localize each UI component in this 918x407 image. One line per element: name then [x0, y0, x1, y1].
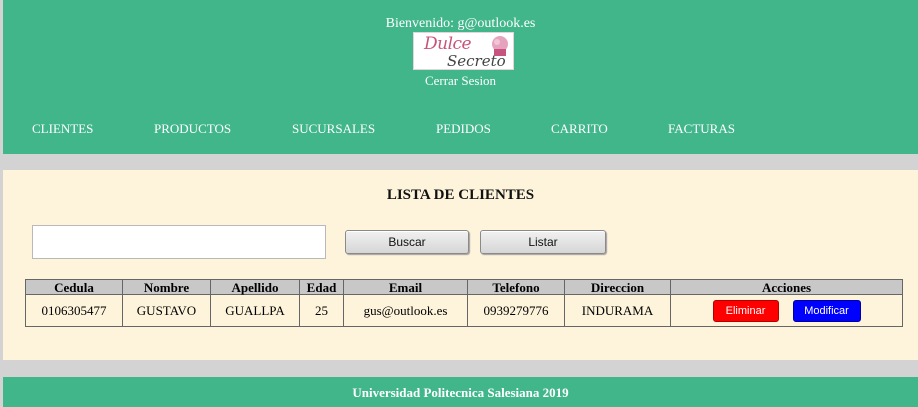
cell-telefono: 0939279776 — [467, 294, 565, 327]
cell-cedula: 0106305477 — [25, 294, 123, 327]
header: Bienvenido: g@outlook.es Dulce Secreto C… — [3, 0, 918, 154]
dulce-secreto-logo: Dulce Secreto — [413, 32, 514, 70]
list-button[interactable]: Listar — [480, 230, 606, 254]
nav-pedidos[interactable]: PEDIDOS — [436, 121, 491, 137]
clients-table: Cedula Nombre Apellido Edad Email Telefo… — [25, 279, 903, 327]
nav-carrito[interactable]: CARRITO — [551, 121, 608, 137]
cell-apellido: GUALLPA — [210, 294, 300, 327]
col-email: Email — [343, 279, 468, 295]
nav-productos[interactable]: PRODUCTOS — [154, 121, 231, 137]
nav-clientes[interactable]: CLIENTES — [32, 121, 93, 137]
client-list-panel: LISTA DE CLIENTES Buscar Listar Cedula N… — [3, 170, 918, 360]
cell-email: gus@outlook.es — [343, 294, 468, 327]
table-header-row: Cedula Nombre Apellido Edad Email Telefo… — [25, 279, 903, 295]
col-nombre: Nombre — [122, 279, 211, 295]
page-title: LISTA DE CLIENTES — [386, 187, 535, 203]
col-apellido: Apellido — [210, 279, 300, 295]
cupcake-icon — [492, 36, 508, 56]
cell-acciones: Eliminar Modificar — [670, 294, 903, 327]
search-input[interactable] — [32, 225, 326, 259]
table-row: 0106305477 GUSTAVO GUALLPA 25 gus@outloo… — [25, 294, 903, 327]
welcome-text: Bienvenido: g@outlook.es — [385, 16, 536, 31]
logout-link[interactable]: Cerrar Sesion — [3, 73, 918, 89]
delete-button[interactable]: Eliminar — [712, 299, 779, 322]
cell-nombre: GUSTAVO — [122, 294, 211, 327]
col-telefono: Telefono — [467, 279, 565, 295]
footer: Universidad Politecnica Salesiana 2019 — [3, 377, 918, 407]
col-acciones: Acciones — [670, 279, 903, 295]
search-button[interactable]: Buscar — [345, 230, 469, 254]
col-direccion: Direccion — [564, 279, 671, 295]
nav-sucursales[interactable]: SUCURSALES — [292, 121, 375, 137]
cell-edad: 25 — [299, 294, 344, 327]
modify-button[interactable]: Modificar — [792, 299, 861, 322]
main-nav: CLIENTES PRODUCTOS SUCURSALES PEDIDOS CA… — [3, 121, 918, 139]
col-edad: Edad — [299, 279, 344, 295]
cell-direccion: INDURAMA — [564, 294, 671, 327]
nav-facturas[interactable]: FACTURAS — [668, 121, 735, 137]
logo-line-1: Dulce — [424, 34, 472, 54]
col-cedula: Cedula — [25, 279, 123, 295]
